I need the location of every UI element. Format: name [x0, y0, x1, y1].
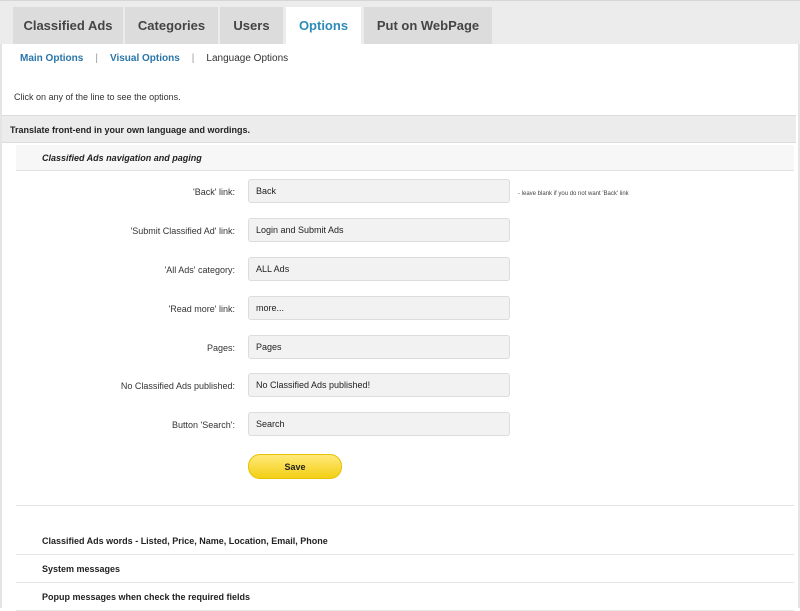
back-link-label: 'Back' link: — [193, 187, 235, 197]
back-link-note: - leave blank if you do not want 'Back' … — [518, 191, 629, 197]
pages-label: Pages: — [206, 343, 235, 353]
no-ads-published-field[interactable] — [248, 373, 510, 397]
save-button[interactable]: Save — [248, 454, 342, 479]
tab-options[interactable]: Options — [286, 7, 361, 47]
visual-options-link[interactable]: Visual Options — [110, 53, 180, 64]
tab-classified-ads[interactable]: Classified Ads — [13, 7, 123, 45]
search-button-text-field[interactable] — [248, 412, 510, 436]
tab-put-on-webpage[interactable]: Put on WebPage — [364, 7, 492, 45]
all-ads-category-label: 'All Ads' category: — [164, 265, 235, 275]
instructions-text: Click on any of the line to see the opti… — [14, 92, 181, 102]
all-ads-category-field[interactable] — [248, 257, 510, 281]
subnav-separator: | — [95, 53, 98, 64]
language-options-current: Language Options — [206, 53, 289, 64]
section-translate-header[interactable]: Translate front-end in your own language… — [2, 115, 796, 143]
section-popup-messages[interactable]: Popup messages when check the required f… — [16, 583, 794, 611]
submit-ad-link-label: 'Submit Classified Ad' link: — [130, 226, 235, 236]
options-subnav: Main Options | Visual Options | Language Opt… — [20, 53, 288, 64]
tab-categories[interactable]: Categories — [125, 7, 218, 45]
main-options-link[interactable]: Main Options — [20, 53, 83, 64]
tab-users[interactable]: Users — [220, 7, 283, 45]
read-more-link-field[interactable] — [248, 296, 510, 320]
search-button-label: Button 'Search': — [172, 420, 235, 430]
section-ads-words[interactable]: Classified Ads words - Listed, Price, Na… — [16, 527, 794, 555]
section-system-messages[interactable]: System messages — [16, 555, 794, 583]
subsection-navigation-paging[interactable]: Classified Ads navigation and paging — [16, 145, 794, 171]
back-link-field[interactable] — [248, 179, 510, 203]
no-ads-published-label: No Classified Ads published: — [120, 381, 235, 391]
pages-field[interactable] — [248, 335, 510, 359]
tab-bar: Classified Ads Categories Users Options … — [0, 0, 800, 47]
read-more-link-label: 'Read more' link: — [168, 304, 235, 314]
submit-ad-link-field[interactable] — [248, 218, 510, 242]
subnav-separator: | — [191, 53, 195, 64]
